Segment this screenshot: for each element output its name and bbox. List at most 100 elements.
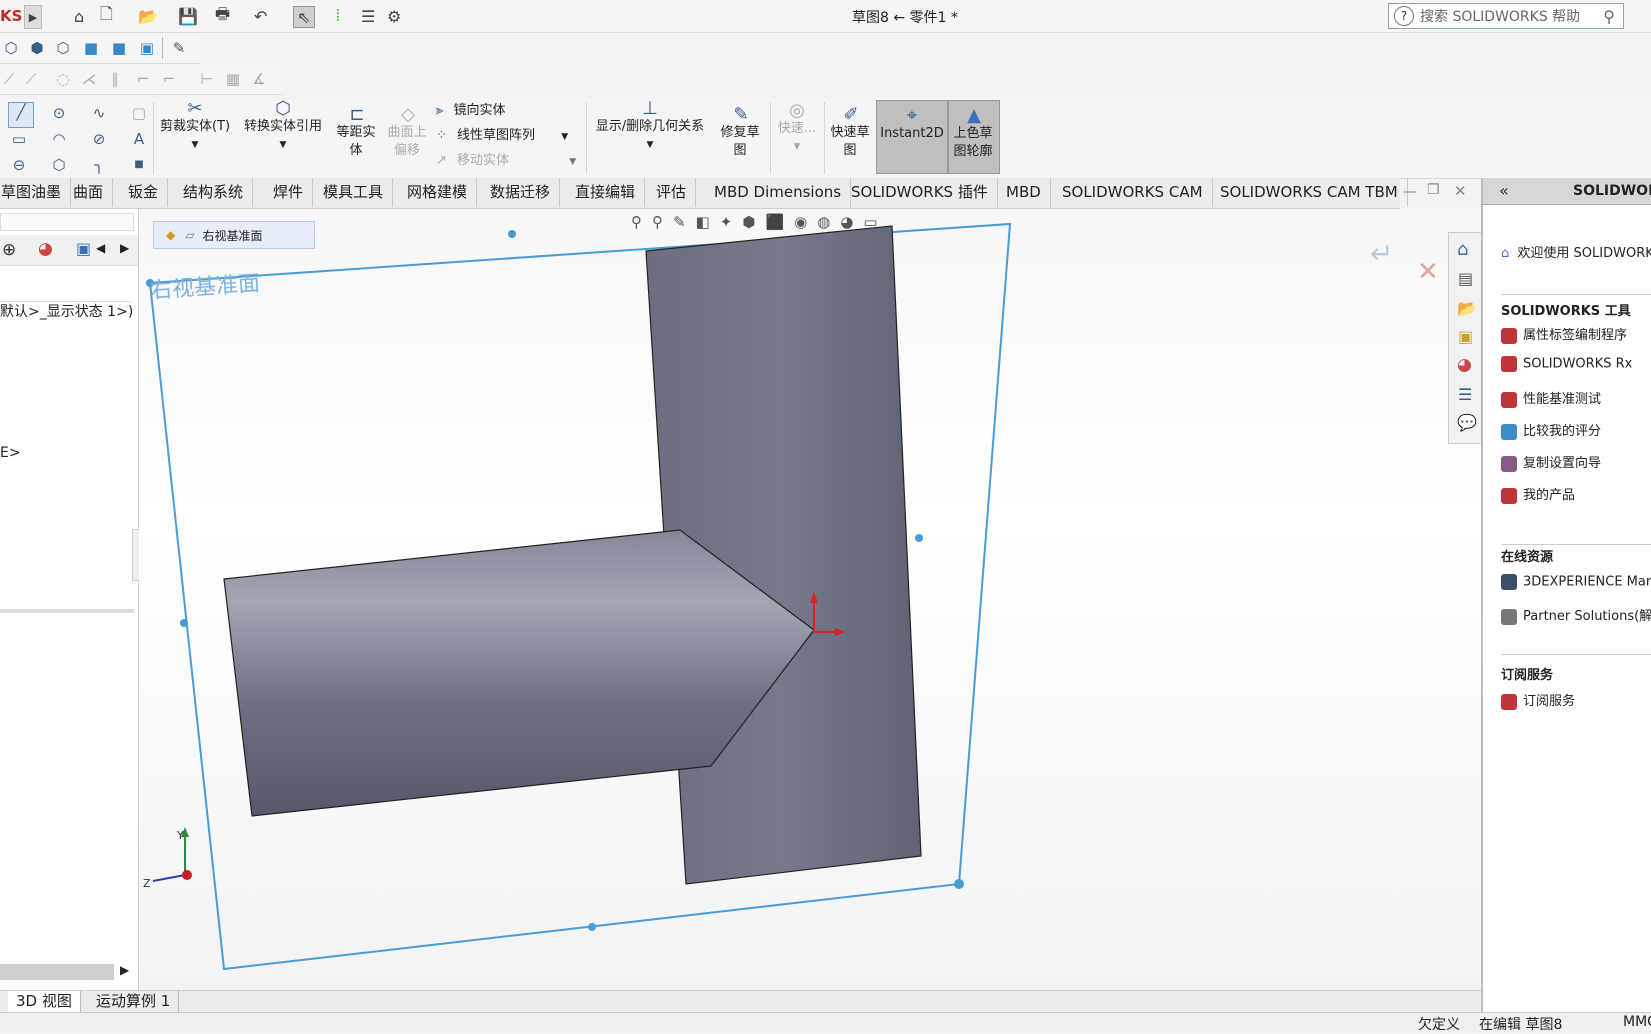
- ellipse-icon[interactable]: ⊘: [90, 130, 108, 148]
- tab-9[interactable]: 评估: [647, 178, 697, 207]
- new-document-icon[interactable]: 🗋: [100, 4, 113, 26]
- tools-item[interactable]: 复制设置向导: [1501, 452, 1601, 472]
- view-shaded-edges-icon[interactable]: ■: [110, 39, 128, 57]
- chevron-down-icon[interactable]: ▼: [158, 136, 232, 154]
- scroll-right-icon[interactable]: ▶: [120, 963, 129, 977]
- plane-icon[interactable]: ▢: [130, 104, 148, 122]
- search-icon[interactable]: ⚲: [1603, 7, 1615, 26]
- collapse-pane-icon[interactable]: «: [1499, 181, 1509, 200]
- property-manager-icon[interactable]: ⊕: [2, 240, 16, 260]
- view-isometric-icon[interactable]: ⬡: [2, 39, 20, 57]
- plane-handle[interactable]: [915, 534, 923, 542]
- text-icon[interactable]: A: [130, 130, 148, 148]
- tree-item[interactable]: E>: [0, 445, 21, 461]
- undo-icon[interactable]: ↶: [254, 6, 267, 26]
- plane-handle[interactable]: [180, 619, 188, 627]
- tab-1[interactable]: 曲面: [64, 178, 114, 207]
- tools-item[interactable]: 属性标签编制程序: [1501, 324, 1627, 344]
- tab-11[interactable]: SOLIDWORKS 插件: [842, 178, 998, 207]
- tab-2[interactable]: 钣金: [119, 178, 169, 207]
- horizontal-relation-icon[interactable]: ⟋: [0, 70, 18, 88]
- dimension-icon[interactable]: ⊢: [198, 70, 216, 88]
- measure-icon[interactable]: ✎: [170, 39, 188, 57]
- unit-system[interactable]: MMGS: [1623, 1014, 1651, 1030]
- help-search-input[interactable]: ? 搜索 SOLIDWORKS 帮助 ⚲: [1388, 3, 1624, 29]
- tab-scroll-right-icon[interactable]: ▶: [120, 241, 129, 255]
- trim-entities-button[interactable]: ✂ 剪裁实体(T) ▼: [158, 100, 232, 154]
- subscription-item[interactable]: 订阅服务: [1501, 690, 1575, 710]
- tab-3[interactable]: 结构系统: [174, 178, 254, 207]
- save-icon[interactable]: 💾: [178, 6, 198, 26]
- offset-entities-button[interactable]: ⊏ 等距实体: [332, 106, 382, 160]
- tools-item[interactable]: 我的产品: [1501, 484, 1575, 504]
- online-item[interactable]: 3DEXPERIENCE Marketplace: [1501, 574, 1651, 590]
- circle-icon[interactable]: ⊙: [50, 104, 68, 122]
- view-shaded-icon[interactable]: ■: [82, 39, 100, 57]
- home-icon[interactable]: ⌂: [1457, 239, 1468, 260]
- open-folder-icon[interactable]: 📂: [138, 6, 158, 26]
- file-explorer-icon[interactable]: 📂: [1457, 299, 1477, 318]
- mirror-entities-button[interactable]: ⫸ 镜向实体: [436, 102, 506, 120]
- view-back-icon[interactable]: ⬡: [54, 39, 72, 57]
- chevron-down-icon[interactable]: ▼: [590, 136, 710, 154]
- plane-handle[interactable]: [508, 230, 516, 238]
- tangent-relation-icon[interactable]: ◌: [54, 70, 72, 88]
- plane-handle[interactable]: [588, 923, 596, 931]
- spline-icon[interactable]: ∿: [90, 104, 108, 122]
- rapid-sketch-button[interactable]: ✐ 快速草图: [828, 106, 874, 160]
- arc-icon[interactable]: ◠: [50, 130, 68, 148]
- minimize-icon[interactable]: —: [1403, 184, 1417, 200]
- tools-item[interactable]: 比较我的评分: [1501, 420, 1601, 440]
- online-item[interactable]: Partner Solutions(解决方案): [1501, 605, 1651, 625]
- file-properties-icon[interactable]: ☰: [361, 6, 375, 26]
- chevron-down-icon[interactable]: ▼: [774, 138, 820, 156]
- tab-6[interactable]: 网格建模: [398, 178, 478, 207]
- tools-item[interactable]: 性能基准测试: [1501, 388, 1601, 408]
- appearances-icon[interactable]: ◕: [1457, 355, 1472, 375]
- rebuild-traffic-light-icon[interactable]: ⦙: [336, 6, 340, 26]
- tab-12[interactable]: MBD: [997, 178, 1051, 207]
- tab-8[interactable]: 直接编辑: [566, 178, 646, 207]
- corner-relation-icon[interactable]: ⌐: [160, 70, 178, 88]
- polygon-icon[interactable]: ⬡: [50, 156, 68, 174]
- tab-4[interactable]: 焊件: [264, 178, 314, 207]
- move-entities-button[interactable]: ↗ 移动实体 ▼: [436, 152, 576, 171]
- graphics-viewport[interactable]: ⚲ ⚲ ✎ ◧ ✦ ⬢ ⬛ ◉ ◍ ◕ ▭ ◆ ▱ 右视基准面 ↵ ✕ 右视基准…: [139, 209, 1481, 991]
- close-icon[interactable]: ✕: [1454, 182, 1467, 200]
- view-wireframe-icon[interactable]: ▣: [138, 39, 156, 57]
- appearance-icon[interactable]: ◕: [38, 239, 53, 259]
- instant2d-button[interactable]: ⌖ Instant2D: [876, 100, 948, 174]
- options-gear-icon[interactable]: ⚙: [387, 6, 401, 26]
- vertical-relation-icon[interactable]: ⟋: [22, 70, 40, 88]
- plane-handle[interactable]: [954, 879, 964, 889]
- welcome-link[interactable]: ⌂ 欢迎使用 SOLIDWORKS: [1501, 242, 1651, 261]
- bottom-tab-1[interactable]: 运动算例 1: [88, 991, 180, 1012]
- tab-0[interactable]: 草图油墨: [0, 178, 72, 207]
- convert-entities-button[interactable]: ⬡ 转换实体引用 ▼: [240, 100, 326, 154]
- shaded-sketch-contours-button[interactable]: ▲ 上色草图轮廓: [948, 100, 1000, 174]
- chevron-down-icon[interactable]: ▼: [569, 157, 576, 167]
- print-icon[interactable]: 🖶: [215, 4, 230, 26]
- surface-offset-button[interactable]: ◇ 曲面上偏移: [384, 106, 432, 160]
- parallel-relation-icon[interactable]: ∥: [106, 70, 124, 88]
- tab-5[interactable]: 模具工具: [314, 178, 394, 207]
- point-icon[interactable]: ■: [130, 156, 148, 174]
- tab-7[interactable]: 数据迁移: [481, 178, 561, 207]
- slot-icon[interactable]: ⊖: [10, 156, 28, 174]
- quick-snaps-button[interactable]: ◎ 快速... ▼: [774, 102, 820, 156]
- tab-10[interactable]: MBD Dimensions: [705, 178, 852, 207]
- tab-scroll-left-icon[interactable]: ◀: [96, 241, 105, 255]
- view-palette-icon[interactable]: ▣: [1458, 327, 1473, 346]
- design-library-icon[interactable]: ▤: [1458, 269, 1473, 288]
- rectangle-icon[interactable]: ▭: [10, 130, 28, 148]
- menu-expand-arrow-icon[interactable]: ▶: [24, 5, 42, 29]
- restore-icon[interactable]: ❐: [1427, 182, 1440, 198]
- repair-sketch-button[interactable]: ✎ 修复草图: [718, 106, 764, 160]
- perpendicular-relation-icon[interactable]: ⌐: [134, 70, 152, 88]
- chevron-down-icon[interactable]: ▼: [561, 132, 568, 142]
- custom-properties-icon[interactable]: ☰: [1458, 385, 1472, 404]
- dimxpert-icon[interactable]: ▣: [76, 239, 91, 258]
- forum-icon[interactable]: 💬: [1457, 413, 1477, 432]
- angle-icon[interactable]: ∡: [250, 70, 268, 88]
- tools-item[interactable]: SOLIDWORKS Rx: [1501, 356, 1632, 372]
